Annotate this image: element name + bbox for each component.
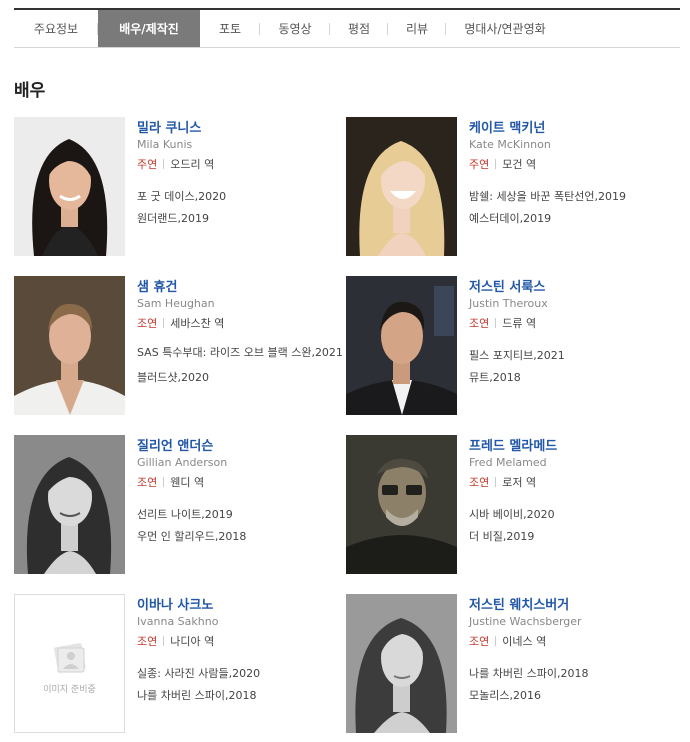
role-name: 세바스찬 역	[170, 317, 225, 330]
actor-name-en: Kate McKinnon	[469, 138, 551, 151]
cast-card: 샘 휴건 Sam Heughan 조연 세바스찬 역 SAS 특수부대: 라이즈 …	[14, 276, 344, 418]
work-item[interactable]: 더 비질,2019	[469, 526, 675, 548]
role-divider	[163, 477, 165, 487]
actor-role: 주연 오드리 역	[137, 156, 214, 172]
role-name: 웬디 역	[170, 476, 205, 489]
actor-name-en: Justin Theroux	[469, 297, 548, 310]
role-type: 조연	[137, 317, 158, 330]
no-image-text: 이미지 준비중	[43, 685, 96, 695]
actor-name-ko[interactable]: 밀라 쿠니스	[137, 117, 201, 136]
tab-video[interactable]: 동영상	[260, 10, 330, 47]
tab-quotes-related[interactable]: 명대사/연관영화	[446, 10, 564, 47]
role-divider	[495, 477, 497, 487]
role-type: 조연	[469, 635, 490, 648]
filmography: 필스 포지티브,2021 뮤트,2018	[469, 345, 675, 389]
filmography: 나를 차버린 스파이,2018 모놀리스,2016	[469, 663, 675, 707]
role-name: 나디아 역	[170, 635, 215, 648]
work-item[interactable]: 예스터데이,2019	[469, 208, 675, 230]
actor-name-ko[interactable]: 저스틴 웨치스버거	[469, 594, 569, 613]
no-image-placeholder[interactable]: 이미지 준비중	[14, 594, 125, 733]
actor-name-en: Justine Wachsberger	[469, 615, 582, 628]
filmography: 시바 베이비,2020 더 비질,2019	[469, 504, 675, 548]
actor-name-ko[interactable]: 프레드 멜라메드	[469, 435, 557, 454]
cast-card: 프레드 멜라메드 Fred Melamed 조연 로저 역 시바 베이비,2020…	[346, 435, 676, 577]
cast-card: 저스틴 서룩스 Justin Theroux 조연 드류 역 필스 포지티브,20…	[346, 276, 676, 418]
actor-photo[interactable]	[346, 276, 457, 415]
tab-review[interactable]: 리뷰	[388, 10, 446, 47]
role-name: 드류 역	[502, 317, 537, 330]
section-title-cast: 배우	[14, 81, 46, 101]
work-item[interactable]: 밤쉘: 세상을 바꾼 폭탄선언,2019	[469, 186, 675, 208]
actor-photo[interactable]	[14, 117, 125, 256]
actor-photo[interactable]	[346, 117, 457, 256]
filmography: 선리트 나이트,2019 우먼 인 할리우드,2018	[137, 504, 343, 548]
role-name: 오드리 역	[170, 158, 215, 171]
role-name: 모건 역	[502, 158, 537, 171]
tab-photo[interactable]: 포토	[200, 10, 260, 47]
work-item[interactable]: 포 굿 데이스,2020	[137, 186, 343, 208]
role-type: 조연	[137, 476, 158, 489]
work-item[interactable]: SAS 특수부대: 라이즈 오브 블랙 스완,2021	[137, 345, 343, 361]
role-type: 주연	[469, 158, 490, 171]
actor-name-ko[interactable]: 케이트 맥키넌	[469, 117, 545, 136]
tab-rating[interactable]: 평점	[330, 10, 388, 47]
role-name: 이네스 역	[502, 635, 547, 648]
cast-card: 질리언 앤더슨 Gillian Anderson 조연 웬디 역 선리트 나이트,…	[14, 435, 344, 577]
work-item[interactable]: 우먼 인 할리우드,2018	[137, 526, 343, 548]
actor-name-en: Fred Melamed	[469, 456, 547, 469]
role-divider	[495, 159, 497, 169]
tab-cast-crew[interactable]: 배우/제작진	[98, 10, 200, 47]
role-type: 조연	[137, 635, 158, 648]
work-item[interactable]: 시바 베이비,2020	[469, 504, 675, 526]
no-image-icon	[54, 643, 86, 673]
actor-role: 주연 모건 역	[469, 156, 536, 172]
work-item[interactable]: 뮤트,2018	[469, 367, 675, 389]
role-divider	[163, 636, 165, 646]
actor-photo[interactable]	[346, 594, 457, 733]
actor-role: 조연 나디아 역	[137, 633, 214, 649]
actor-photo[interactable]	[346, 435, 457, 574]
role-divider	[163, 159, 165, 169]
actor-name-ko[interactable]: 질리언 앤더슨	[137, 435, 213, 454]
role-type: 주연	[137, 158, 158, 171]
role-divider	[163, 318, 165, 328]
actor-name-ko[interactable]: 샘 휴건	[137, 276, 177, 295]
role-type: 조연	[469, 317, 490, 330]
role-divider	[495, 636, 497, 646]
role-type: 조연	[469, 476, 490, 489]
work-item[interactable]: 나를 차버린 스파이,2018	[469, 663, 675, 685]
work-item[interactable]: 필스 포지티브,2021	[469, 345, 675, 367]
actor-role: 조연 이네스 역	[469, 633, 546, 649]
actor-role: 조연 웬디 역	[137, 474, 204, 490]
actor-role: 조연 세바스찬 역	[137, 315, 224, 331]
actor-role: 조연 드류 역	[469, 315, 536, 331]
actor-role: 조연 로저 역	[469, 474, 536, 490]
filmography: 실종: 사라진 사람들,2020 나를 차버린 스파이,2018	[137, 663, 343, 707]
actor-name-en: Sam Heughan	[137, 297, 215, 310]
filmography: SAS 특수부대: 라이즈 오브 블랙 스완,2021 블러드샷,2020	[137, 345, 343, 389]
actor-name-ko[interactable]: 저스틴 서룩스	[469, 276, 545, 295]
actor-photo[interactable]	[14, 276, 125, 415]
actor-name-en: Gillian Anderson	[137, 456, 228, 469]
role-divider	[495, 318, 497, 328]
work-item[interactable]: 원더랜드,2019	[137, 208, 343, 230]
actor-name-ko[interactable]: 이바나 사크노	[137, 594, 213, 613]
work-item[interactable]: 모놀리스,2016	[469, 685, 675, 707]
cast-card: 케이트 맥키넌 Kate McKinnon 주연 모건 역 밤쉘: 세상을 바꾼 …	[346, 117, 676, 259]
work-item[interactable]: 블러드샷,2020	[137, 367, 343, 389]
actor-name-en: Mila Kunis	[137, 138, 193, 151]
filmography: 밤쉘: 세상을 바꾼 폭탄선언,2019 예스터데이,2019	[469, 186, 675, 230]
work-item[interactable]: 나를 차버린 스파이,2018	[137, 685, 343, 707]
tab-bar: 주요정보 배우/제작진 포토 동영상 평점 리뷰 명대사/연관영화	[14, 8, 680, 48]
actor-photo[interactable]	[14, 435, 125, 574]
work-item[interactable]: 선리트 나이트,2019	[137, 504, 343, 526]
work-item[interactable]: 실종: 사라진 사람들,2020	[137, 663, 343, 685]
actor-name-en: Ivanna Sakhno	[137, 615, 219, 628]
cast-card: 밀라 쿠니스 Mila Kunis 주연 오드리 역 포 굿 데이스,2020 원…	[14, 117, 344, 259]
filmography: 포 굿 데이스,2020 원더랜드,2019	[137, 186, 343, 230]
cast-card: 저스틴 웨치스버거 Justine Wachsberger 조연 이네스 역 나를…	[346, 594, 676, 736]
role-name: 로저 역	[502, 476, 537, 489]
tab-main-info[interactable]: 주요정보	[14, 10, 98, 47]
cast-card: 이미지 준비중 이바나 사크노 Ivanna Sakhno 조연 나디아 역 실종…	[14, 594, 344, 736]
